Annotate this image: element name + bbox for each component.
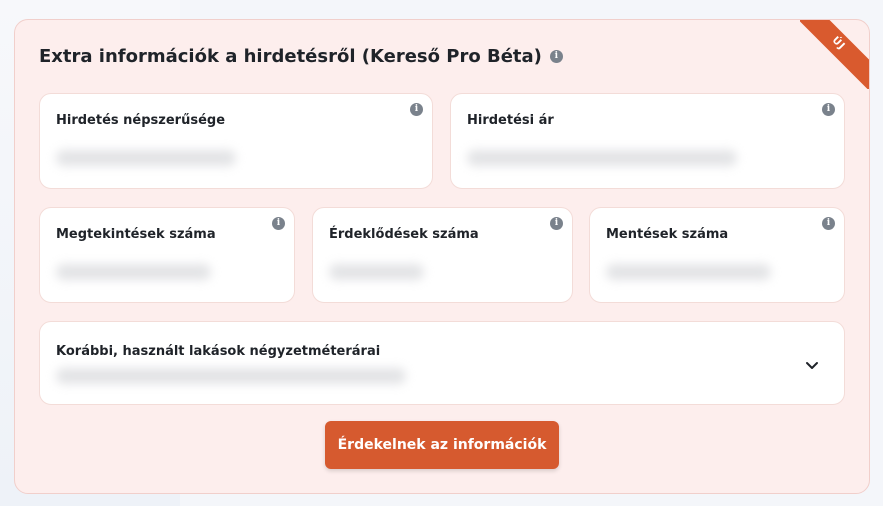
info-icon[interactable]: i <box>272 217 285 230</box>
card-label: Korábbi, használt lakások négyzetméterár… <box>56 344 381 359</box>
panel-title: Extra információk a hirdetésről (Kereső … <box>39 46 542 67</box>
blurred-value <box>329 264 424 280</box>
panel-header: Extra információk a hirdetésről (Kereső … <box>39 46 563 67</box>
card-label: Hirdetési ár <box>467 113 554 128</box>
blurred-value <box>467 150 737 166</box>
interested-button[interactable]: Érdekelnek az információk <box>325 421 559 469</box>
card-price: Hirdetési ár i <box>450 93 845 189</box>
blurred-value <box>56 368 406 384</box>
card-label: Hirdetés népszerűsége <box>56 113 226 128</box>
info-icon[interactable]: i <box>822 103 835 116</box>
extra-info-panel: ÚJ Extra információk a hirdetésről (Kere… <box>14 19 870 494</box>
info-icon[interactable]: i <box>822 217 835 230</box>
new-badge: ÚJ <box>800 20 869 89</box>
card-previous-prices[interactable]: Korábbi, használt lakások négyzetméterár… <box>39 321 845 405</box>
card-label: Mentések száma <box>606 227 729 242</box>
info-icon[interactable]: i <box>410 103 423 116</box>
card-views: Megtekintések száma i <box>39 207 295 303</box>
card-inquiries: Érdeklődések száma i <box>312 207 573 303</box>
card-label: Érdeklődések száma <box>329 227 479 242</box>
info-icon[interactable]: i <box>549 50 563 63</box>
blurred-value <box>56 150 236 166</box>
new-ribbon: ÚJ <box>800 20 869 89</box>
card-popularity: Hirdetés népszerűsége i <box>39 93 433 189</box>
blurred-value <box>56 264 211 280</box>
card-saves: Mentések száma i <box>589 207 845 303</box>
info-icon[interactable]: i <box>550 217 563 230</box>
blurred-value <box>606 264 771 280</box>
chevron-down-icon[interactable] <box>802 355 822 375</box>
card-label: Megtekintések száma <box>56 227 216 242</box>
